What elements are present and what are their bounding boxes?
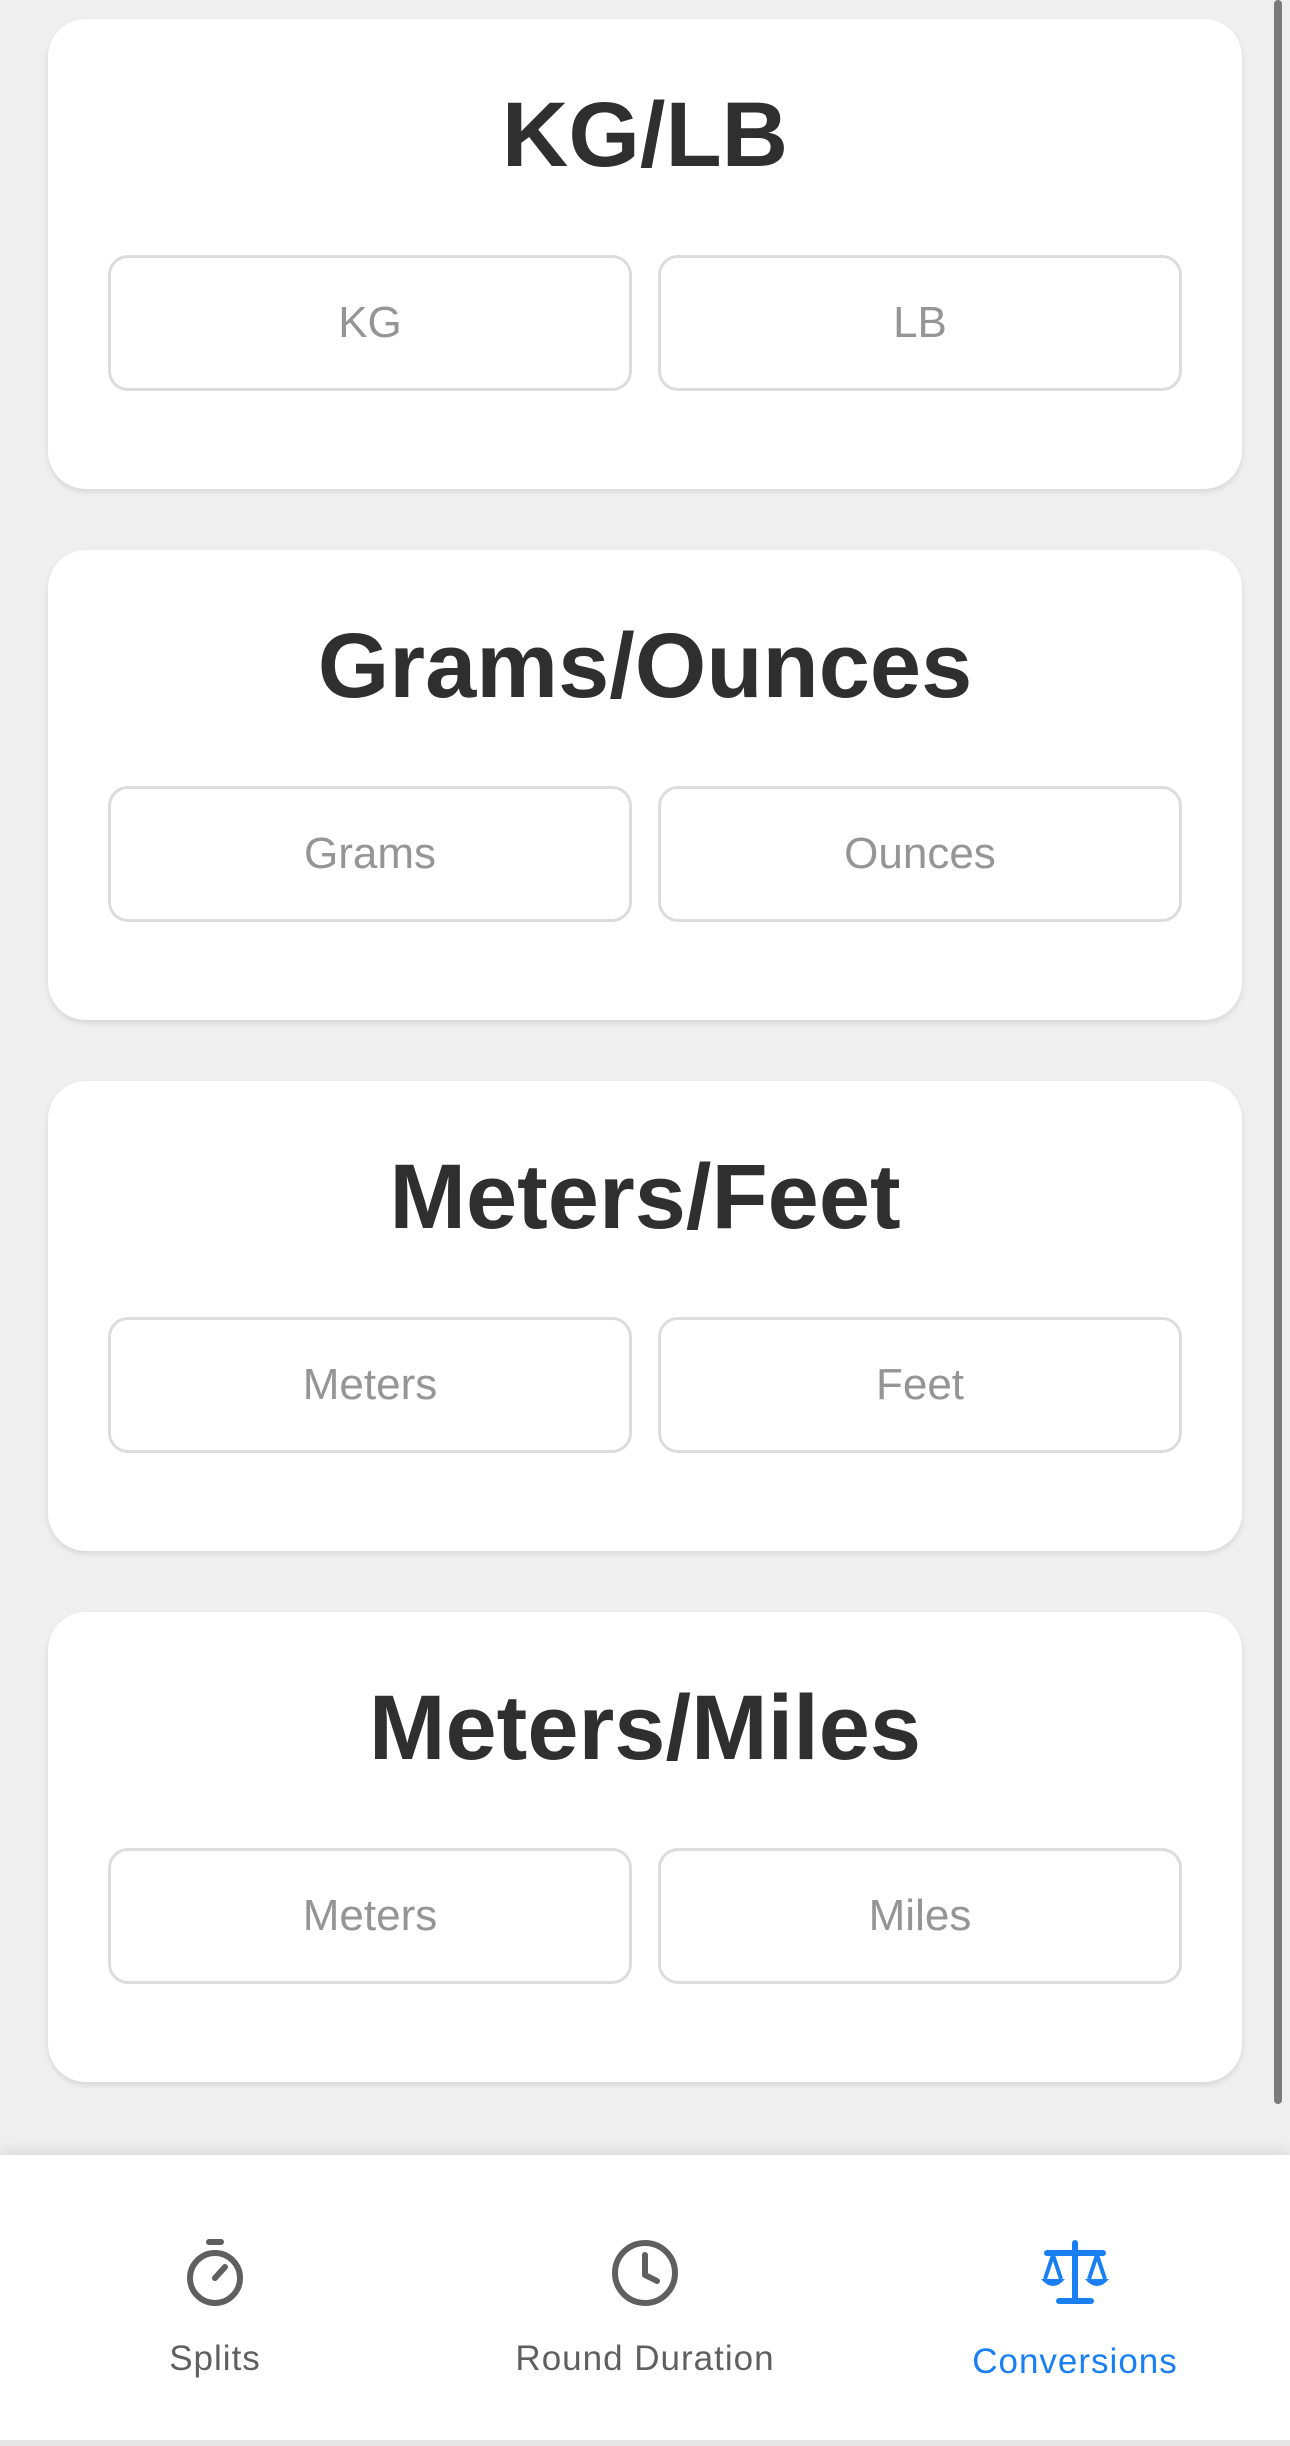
meters-miles-converter-card: Meters/Miles [48,1612,1242,2082]
lb-input[interactable] [658,255,1182,391]
card-title: Meters/Miles [368,1677,922,1779]
meters-input[interactable] [108,1317,632,1453]
bottom-divider [0,2440,1290,2446]
tab-round-duration[interactable]: Round Duration [430,2155,860,2440]
tab-label: Round Duration [515,2339,775,2378]
meters-input[interactable] [108,1848,632,1984]
conversions-screen: KG/LB Grams/Ounces Meters/Feet Meters/Mi… [0,0,1290,2155]
bottom-tab-bar: Splits Round Duration Conversions [0,2155,1290,2440]
grams-input[interactable] [108,786,632,922]
stopwatch-icon [187,2239,243,2306]
ounces-input[interactable] [658,786,1182,922]
card-title: KG/LB [501,84,789,186]
tab-conversions[interactable]: Conversions [860,2155,1290,2440]
kg-input[interactable] [108,255,632,391]
card-title: Meters/Feet [389,1146,901,1248]
clock-icon [612,2240,678,2306]
tab-label: Conversions [972,2342,1178,2381]
feet-input[interactable] [658,1317,1182,1453]
meters-feet-converter-card: Meters/Feet [48,1081,1242,1551]
tab-splits[interactable]: Splits [0,2155,430,2440]
miles-input[interactable] [658,1848,1182,1984]
grams-ounces-converter-card: Grams/Ounces [48,550,1242,1020]
tab-label: Splits [169,2339,261,2378]
card-title: Grams/Ounces [317,615,973,717]
vertical-scrollbar[interactable] [1274,0,1282,2104]
scale-icon [1041,2240,1109,2304]
kg-lb-converter-card: KG/LB [48,19,1242,489]
